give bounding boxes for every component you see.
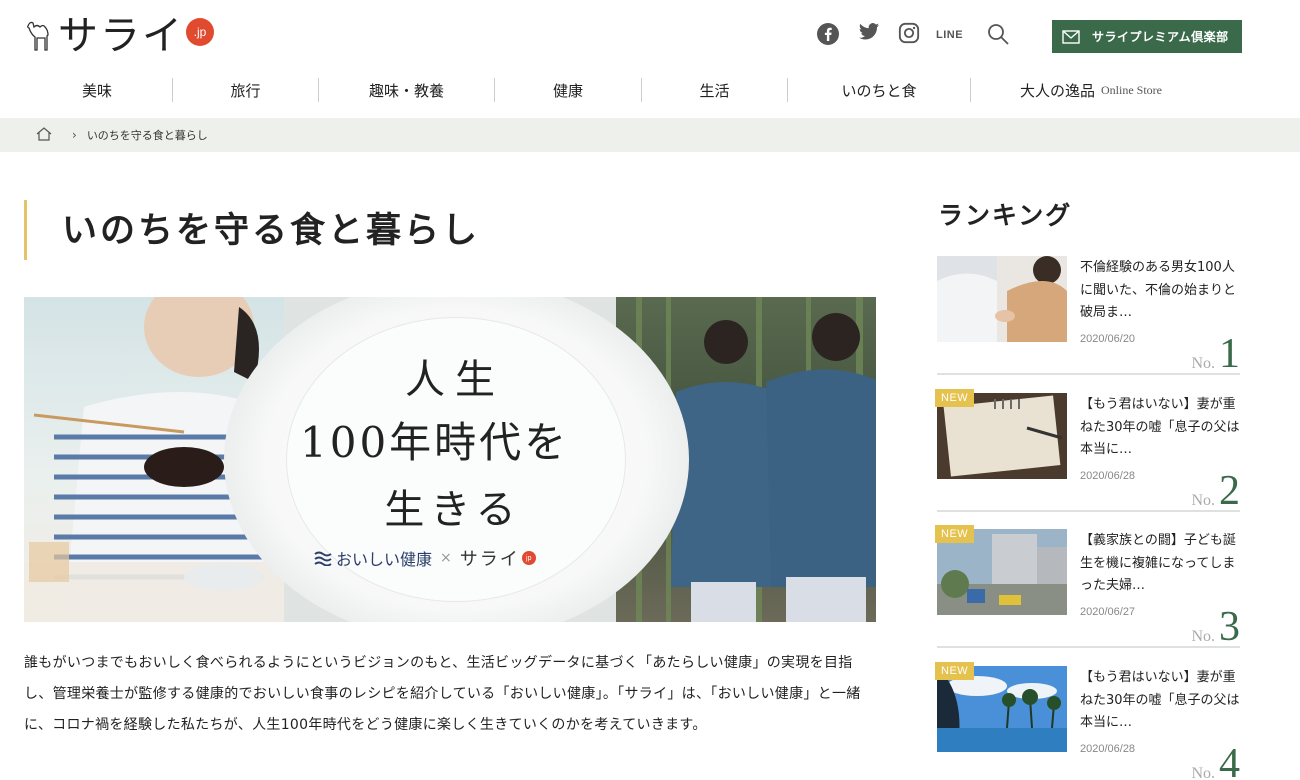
oishii-kenko-logo-icon	[314, 551, 332, 566]
nav-label: 生活	[699, 81, 730, 100]
line-link[interactable]: LINE	[936, 29, 963, 41]
ranking-number: No. 3	[1191, 604, 1240, 650]
nav-label: 大人の逸品	[1019, 81, 1095, 100]
nav-item-health[interactable]: 健康	[495, 70, 641, 110]
main-nav: 美味 旅行 趣味・教養 健康 生活 いのちと食 大人の逸品 Online Sto…	[22, 70, 1272, 110]
instagram-icon[interactable]	[898, 22, 920, 44]
line-label: LINE	[936, 29, 964, 41]
ranking-divider	[937, 646, 1240, 648]
ranking-item[interactable]: NEW 【もう君はいない】妻が重ねた30年の嘘「息子の父は本当に… 2020/0…	[935, 662, 1240, 780]
ranking-divider	[937, 373, 1240, 375]
breadcrumb: › いのちを守る食と暮らし	[0, 118, 1300, 152]
new-badge: NEW	[935, 525, 975, 543]
facebook-icon[interactable]	[816, 22, 840, 46]
ranking-number: No. 1	[1191, 331, 1240, 377]
rank-num: 3	[1219, 604, 1240, 650]
ranking-title[interactable]: 【もう君はいない】妻が重ねた30年の嘘「息子の父は本当に…	[1080, 394, 1240, 462]
ranking-date: 2020/06/28	[1080, 470, 1136, 482]
nav-label: 趣味・教養	[368, 81, 444, 100]
twitter-icon[interactable]	[858, 22, 880, 42]
ranking-item[interactable]: NEW 【もう君はいない】妻が重ねた30年の嘘「息子の父は本当に… 2020/0…	[935, 389, 1240, 525]
page-title: いのちを守る食と暮らし	[62, 210, 481, 251]
nav-item-life[interactable]: 生活	[642, 70, 787, 110]
rank-no-label: No.	[1191, 492, 1215, 509]
hero-jp-badge: jp	[521, 551, 536, 565]
hero-heading-line3: 生きる	[384, 487, 522, 533]
hero-heading-line2: 100年時代を	[300, 409, 569, 470]
search-icon[interactable]	[986, 22, 1010, 46]
ranking-title[interactable]: 不倫経験のある男女100人に聞いた、不倫の始まりと破局ま…	[1080, 257, 1240, 325]
ranking-title[interactable]: 【もう君はいない】妻が重ねた30年の嘘「息子の父は本当に…	[1080, 667, 1240, 735]
premium-club-label: サライプレミアム倶楽部	[1092, 30, 1229, 44]
hero-heading-line2-b: を	[524, 418, 570, 467]
site-header: サライ .jp LINE サライプレミアム倶楽部	[0, 0, 1300, 70]
hero-sarai-logo: サライ	[459, 549, 520, 570]
partner-name: おいしい健康	[336, 550, 433, 569]
logo-jp-badge: .jp	[186, 18, 214, 46]
ranking-thumbnail	[937, 256, 1067, 342]
home-icon[interactable]	[36, 126, 52, 144]
nav-item-bimi[interactable]: 美味	[22, 70, 172, 110]
camel-logo-icon	[27, 21, 49, 51]
premium-club-button[interactable]: サライプレミアム倶楽部	[1052, 20, 1242, 53]
mail-icon	[1062, 29, 1080, 44]
ranking-title[interactable]: 【義家族との闘】子ども誕生を機に複雑になってしまった夫婦…	[1080, 530, 1240, 598]
breadcrumb-current: いのちを守る食と暮らし	[86, 129, 208, 142]
ranking-date: 2020/06/28	[1080, 743, 1136, 755]
nav-item-travel[interactable]: 旅行	[173, 70, 318, 110]
site-logo[interactable]: サライ .jp	[22, 14, 214, 58]
nav-label: 健康	[552, 81, 583, 100]
hero-heading-line1: 人生	[405, 357, 505, 403]
new-badge: NEW	[935, 389, 975, 407]
ranking-number: No. 2	[1191, 468, 1240, 514]
ranking-number: No. 4	[1191, 741, 1240, 780]
rank-num: 2	[1219, 468, 1240, 514]
nav-item-online-store[interactable]: 大人の逸品 Online Store	[971, 70, 1211, 110]
rank-num: 4	[1219, 741, 1240, 780]
hero-heading-line2-a: 100年時代	[300, 418, 525, 467]
nav-label: 旅行	[230, 81, 261, 100]
rank-no-label: No.	[1191, 765, 1215, 780]
nav-label: いのちと食	[841, 81, 917, 100]
ranking-heading: ランキング	[938, 201, 1073, 230]
nav-label: 美味	[81, 81, 112, 100]
hero-partner-logos: おいしい健康 × サライ jp	[314, 545, 536, 571]
rank-num: 1	[1219, 331, 1240, 377]
cross-mark: ×	[440, 550, 452, 566]
title-accent-bar	[24, 200, 27, 260]
nav-item-inochi[interactable]: いのちと食	[788, 70, 970, 110]
logo-text: サライ	[58, 13, 184, 59]
chevron-right-icon: ›	[72, 128, 77, 142]
hero-banner[interactable]: 人生 100年時代を 生きる おいしい健康 × サライ jp	[24, 297, 876, 622]
ranking-divider	[937, 510, 1240, 512]
ranking-date: 2020/06/27	[1080, 606, 1136, 618]
nav-item-hobby[interactable]: 趣味・教養	[319, 70, 494, 110]
rank-no-label: No.	[1191, 355, 1215, 372]
ranking-item[interactable]: 不倫経験のある男女100人に聞いた、不倫の始まりと破局ま… 2020/06/20…	[937, 256, 1240, 388]
ranking-date: 2020/06/20	[1080, 333, 1136, 345]
rank-no-label: No.	[1191, 628, 1215, 645]
new-badge: NEW	[935, 662, 975, 680]
ranking-item[interactable]: NEW 【義家族との闘】子ども誕生を機に複雑になってしまった夫婦… 2020/0…	[935, 525, 1240, 661]
section-description: 誰もがいつまでもおいしく食べられるようにというビジョンのもと、生活ビッグデータに…	[24, 655, 861, 733]
nav-sublabel: Online Store	[1101, 82, 1162, 97]
